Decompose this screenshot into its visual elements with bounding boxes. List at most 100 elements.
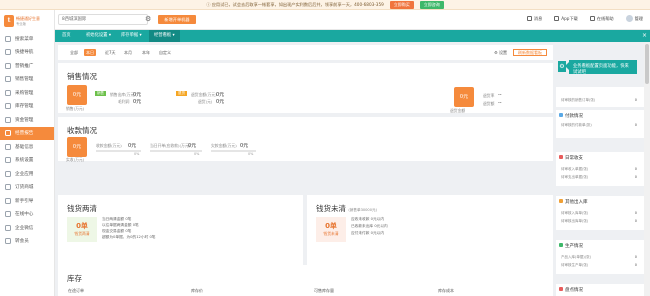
sidebar-item-member[interactable]: 转会员 [0,235,54,249]
right-card-stocktake: 盘点情况 [556,284,644,296]
right-card-payment-val-1: 0 [634,123,637,127]
sales-c1-sub: 毛利润 [118,99,130,104]
sidebar-item-marketing[interactable]: 营销推广 [0,59,54,73]
app-download-link[interactable]: App下载 [554,16,578,22]
collection-card: 收款情况 0元 实收(万元) 收款金额(万元) 0元 0% 当日开单(应收款)(… [58,117,553,162]
sidebar-item-inventory[interactable]: 库存管理 [0,100,54,114]
sidebar-item-sales[interactable]: 销售管理 [0,73,54,87]
sidebar-item-basic[interactable]: 基础信息 [0,140,54,154]
right-card-other-stock-title: 其他出入库 [565,200,588,205]
sales-tag: 销售 [95,91,106,96]
logo[interactable]: t 畅捷通好生意 专业版 [0,10,54,32]
collection-item-3-value: 0元 [240,143,249,149]
notice-bar: ⓘ 应用试已，试会去后取享一帐套享，如出现产实利数后后共，领享前享一天，400-… [0,0,650,10]
wechat-icon [5,224,11,231]
refresh-button[interactable]: 刷新数据看板 [513,49,547,56]
right-card-payment: 付款情况 待审核的付款单(张) 0 [556,110,644,138]
right-card-other-stock-row-1: 待审核入库单(张) [561,211,589,215]
right-card-production-row-1: 产品入库(单据)(张) [561,255,591,259]
inventory-icon [5,103,11,110]
settings-link[interactable]: ⚙ 设置 [494,50,507,56]
filter-7days[interactable]: 近7天 [103,49,118,56]
unsettled-num: 0单 [325,222,337,230]
guide-icon [5,197,11,204]
user-menu[interactable]: 管理 [625,15,643,22]
phone-icon [554,16,560,21]
search-icon [5,35,11,42]
tab-stock-docs[interactable]: 库存单据 ▾ [116,30,147,42]
unsettled-title: 钱货未清 (销售单30000元) [316,204,378,213]
payment-icon [559,113,563,117]
right-card-daily-val-2: 0 [634,175,637,179]
buy-button[interactable]: 立即购买 [389,0,414,9]
right-card-payment-row-1: 待审核的付款单(张) [561,123,592,127]
filter-today[interactable]: 本日 [84,49,96,56]
help-link[interactable]: 在线帮助 [589,16,614,22]
sidebar-item-wechat[interactable]: 企业微信 [0,221,54,235]
right-card-other-stock-val-2: 0 [634,219,637,223]
tab-home[interactable]: 首页 [57,30,76,42]
member-icon [5,238,11,245]
collection-item-3-pct: 0% [248,152,254,156]
sidebar-item-search[interactable]: 搜索菜单 [0,32,54,46]
funds-icon [5,116,11,123]
sidebar-item-funds[interactable]: 资金管理 [0,113,54,127]
date-filter: 全部 本日 近7天 本月 本年 自定义 ⚙ 设置 刷新数据看板 [58,45,553,60]
return-rate-label: 退货率 [483,93,495,98]
tab-dashboard[interactable]: 经营看板 ▾ [149,30,180,42]
sidebar-item-mall[interactable]: 订货商城 [0,181,54,195]
sales-total-label: 销售(万元) [66,106,85,111]
right-card-other-stock-row-2: 待审核出库单(张) [561,219,589,223]
right-card-production-val-2: 0 [634,263,637,267]
collection-total-value: 0元 [67,137,87,157]
right-card-daily-title: 日常收支 [565,156,583,161]
right-card-production: 生产情况 产品入库(单据)(张) 0 待审核生产单(张) 0 [556,240,644,274]
config-tip-popup[interactable]: ⚙ 业务看板配置页面功能，快来试试吧 [558,60,637,75]
filter-year[interactable]: 本年 [140,49,152,56]
return-rate-value: -- [498,92,502,98]
config-tip-text: 业务看板配置页面功能，快来试试吧 [573,64,629,75]
sales-c1-value: 0元 [133,92,142,98]
right-card-production-val-1: 0 [634,255,637,259]
filter-month[interactable]: 本月 [122,49,134,56]
sales-c2-value: 0元 [216,92,225,98]
scrollbar-thumb[interactable] [645,44,649,84]
notice-text: ⓘ 应用试已，试会去后取享一帐套享，如出现产实利数后后共，领享前享一天，400-… [206,1,384,7]
collection-item-2-pct: 0% [194,152,200,156]
account-search-input[interactable]: 8西城滨国际 [58,14,148,25]
consult-button[interactable]: 立即咨询 [419,0,444,9]
inventory-header-3: 可售库存量 [314,288,334,293]
marketing-icon [5,62,11,69]
sidebar-item-quicknav[interactable]: 快捷导航 [0,46,54,60]
logo-mark-icon: t [4,15,14,27]
cash-settled-title: 钱货两清 [67,204,97,213]
tab-init-settings[interactable]: 初始化设置 ▾ [81,30,116,42]
collection-item-1-label: 收款金额(万元) [96,143,122,148]
sidebar-item-apps[interactable]: 企业应用 [0,167,54,181]
sidebar-item-report[interactable]: 经营报告 [0,126,54,140]
logo-sub: 专业版 [16,22,26,26]
sidebar-item-guide[interactable]: 新手引导 [0,194,54,208]
filter-all[interactable]: 全部 [68,49,80,56]
sidebar-item-settings[interactable]: 系统设置 [0,154,54,168]
message-link[interactable]: 消息 [526,16,542,22]
collection-item-3-label: 欠款金额(万元) [211,143,237,148]
sales-icon [5,76,11,83]
inventory-card: 库存 在途订单 库存价 可售库存量 库存成本 [58,265,553,296]
unsettled-sub: 钱货未清 [323,231,339,236]
gear-icon[interactable]: ⚙ [145,15,151,23]
cash-settled-box: 0单 钱货两清 [67,217,97,242]
create-order-button[interactable]: 新增开单机器 [158,15,196,24]
purchase-icon [5,89,11,96]
daily-icon [559,155,563,159]
cash-settled-sub: 钱货两清 [74,231,90,236]
close-icon[interactable]: × [642,30,647,42]
return-tag: 退货 [176,91,187,96]
cash-row-3: 现金交易金额 0笔 [102,229,132,233]
filter-custom[interactable]: 自定义 [157,49,173,56]
sidebar-item-online[interactable]: 在线中心 [0,208,54,222]
return-amount-label: 退货额 [483,101,495,106]
sidebar-item-purchase[interactable]: 采购管理 [0,86,54,100]
scrollbar[interactable] [644,42,650,296]
right-panel: 待审核的销售订单(张) 0 付款情况 待审核的付款单(张) 0 日常收支 待审收… [556,60,644,296]
